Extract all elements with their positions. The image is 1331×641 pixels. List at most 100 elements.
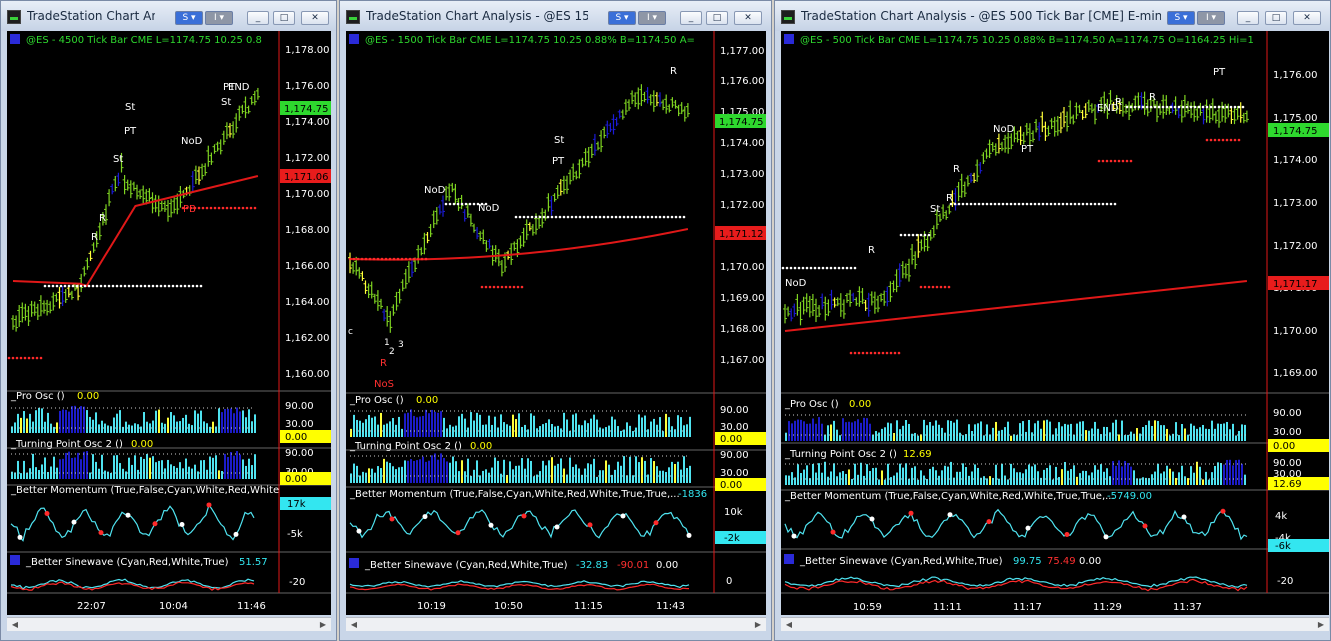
histogram-bar — [623, 429, 625, 437]
level-dot — [833, 266, 837, 270]
level-dot — [1205, 105, 1209, 109]
link-icon[interactable] — [10, 34, 20, 44]
scroll-right-icon[interactable]: ▶ — [752, 619, 764, 630]
histogram-bar — [590, 464, 592, 483]
histogram-bar — [989, 476, 991, 485]
histogram-bar — [1217, 462, 1219, 485]
link-icon[interactable] — [10, 555, 20, 565]
histogram-bar — [1055, 466, 1057, 485]
indicator-dropdown-button[interactable]: I ▾ — [638, 11, 666, 25]
histogram-bar — [1046, 468, 1048, 485]
horizontal-scrollbar[interactable]: ◀ ▶ — [346, 617, 766, 631]
price-tick: 1,162.00 — [285, 333, 330, 344]
chart-window-1[interactable]: TradeStation Chart An... S ▾ I ▾ _ □ ✕ @… — [0, 0, 337, 641]
minimize-button[interactable]: _ — [247, 11, 269, 25]
sinewave-value: 51.57 — [239, 557, 268, 568]
histogram-bar — [1007, 421, 1009, 441]
histogram-bar — [641, 457, 643, 483]
histogram-bar — [113, 455, 115, 479]
histogram-bar — [620, 465, 622, 483]
histogram-bar — [1022, 473, 1024, 485]
chart-plot-area[interactable]: @ES - 1500 Tick Bar CME L=1174.75 10.25 … — [346, 31, 766, 615]
histogram-bar — [203, 421, 205, 433]
style-dropdown-button[interactable]: S ▾ — [608, 11, 636, 25]
histogram-bar — [791, 472, 793, 485]
style-dropdown-button[interactable]: S ▾ — [1167, 11, 1195, 25]
minimize-button[interactable]: _ — [1237, 11, 1259, 25]
scroll-right-icon[interactable]: ▶ — [317, 619, 329, 630]
annotation-label: PT — [1021, 144, 1034, 155]
horizontal-scrollbar[interactable]: ◀ ▶ — [781, 617, 1329, 631]
scroll-left-icon[interactable]: ◀ — [783, 619, 795, 630]
level-dot — [1157, 105, 1161, 109]
horizontal-scrollbar[interactable]: ◀ ▶ — [7, 617, 331, 631]
histogram-bar — [188, 423, 190, 433]
close-button[interactable]: ✕ — [301, 11, 329, 25]
chart-window-2[interactable]: TradeStation Chart Analysis - @ES 1500 .… — [339, 0, 772, 641]
chart-canvas[interactable]: @ES - 1500 Tick Bar CME L=1174.75 10.25 … — [346, 31, 766, 615]
histogram-bar — [608, 464, 610, 483]
histogram-bar — [986, 478, 988, 485]
histogram-bar — [80, 406, 82, 433]
time-tick: 10:50 — [494, 601, 523, 612]
style-dropdown-button[interactable]: S ▾ — [175, 11, 203, 25]
scroll-right-icon[interactable]: ▶ — [1315, 619, 1327, 630]
histogram-bar — [614, 419, 616, 437]
chart-plot-area[interactable]: @ES - 500 Tick Bar CME L=1174.75 10.25 0… — [781, 31, 1329, 615]
link-icon[interactable] — [784, 34, 794, 44]
link-icon[interactable] — [349, 558, 359, 568]
close-button[interactable]: ✕ — [1293, 11, 1321, 25]
maximize-button[interactable]: □ — [273, 11, 295, 25]
level-dot — [1237, 138, 1241, 142]
maximize-button[interactable]: □ — [706, 11, 728, 25]
level-dot — [221, 206, 225, 210]
histogram-bar — [446, 461, 448, 483]
level-dot — [1097, 202, 1101, 206]
sinewave-value-3: 0.00 — [1079, 556, 1101, 567]
momentum-label: _Better Momentum (True,False,Cyan,White,… — [10, 485, 279, 496]
app-icon — [7, 10, 21, 24]
tp-osc-tag-text: 0.00 — [285, 474, 307, 485]
indicator-dropdown-button[interactable]: I ▾ — [205, 11, 233, 25]
histogram-bar — [884, 427, 886, 441]
level-dot — [1113, 159, 1117, 163]
scroll-left-icon[interactable]: ◀ — [9, 619, 21, 630]
close-button[interactable]: ✕ — [734, 11, 762, 25]
level-dot — [484, 285, 488, 289]
title-bar[interactable]: TradeStation Chart Analysis - @ES 500 Ti… — [775, 1, 1330, 31]
minimize-button[interactable]: _ — [680, 11, 702, 25]
histogram-bar — [1079, 473, 1081, 485]
level-dot — [526, 215, 530, 219]
level-dot — [558, 215, 562, 219]
level-dot — [1161, 105, 1165, 109]
maximize-button[interactable]: □ — [1265, 11, 1287, 25]
chart-canvas[interactable]: @ES - 500 Tick Bar CME L=1174.75 10.25 0… — [781, 31, 1329, 615]
histogram-bar — [815, 472, 817, 485]
level-dot — [1221, 138, 1225, 142]
scroll-left-icon[interactable]: ◀ — [348, 619, 360, 630]
level-dot — [1021, 202, 1025, 206]
histogram-bar — [1124, 435, 1126, 441]
histogram-bar — [248, 409, 250, 433]
histogram-bar — [1151, 474, 1153, 485]
link-icon[interactable] — [349, 34, 359, 44]
histogram-bar — [158, 409, 160, 433]
histogram-bar — [476, 460, 478, 483]
histogram-bar — [1172, 471, 1174, 485]
level-dot — [923, 233, 927, 237]
chart-window-3[interactable]: TradeStation Chart Analysis - @ES 500 Ti… — [774, 0, 1331, 641]
indicator-dropdown-button[interactable]: I ▾ — [1197, 11, 1225, 25]
histogram-bar — [926, 478, 928, 485]
level-dot — [67, 284, 71, 288]
sinewave-value: 99.75 — [1013, 556, 1042, 567]
histogram-bar — [20, 417, 22, 433]
link-icon[interactable] — [784, 554, 794, 564]
histogram-bar — [491, 467, 493, 483]
tp-osc-value: 12.69 — [903, 449, 932, 460]
title-bar[interactable]: TradeStation Chart Analysis - @ES 1500 .… — [340, 1, 771, 31]
histogram-bar — [515, 419, 517, 437]
chart-plot-area[interactable]: @ES - 4500 Tick Bar CME L=1174.75 10.25 … — [7, 31, 331, 615]
histogram-bar — [587, 423, 589, 437]
title-bar[interactable]: TradeStation Chart An... S ▾ I ▾ _ □ ✕ — [1, 1, 336, 31]
chart-canvas[interactable]: @ES - 4500 Tick Bar CME L=1174.75 10.25 … — [7, 31, 331, 615]
